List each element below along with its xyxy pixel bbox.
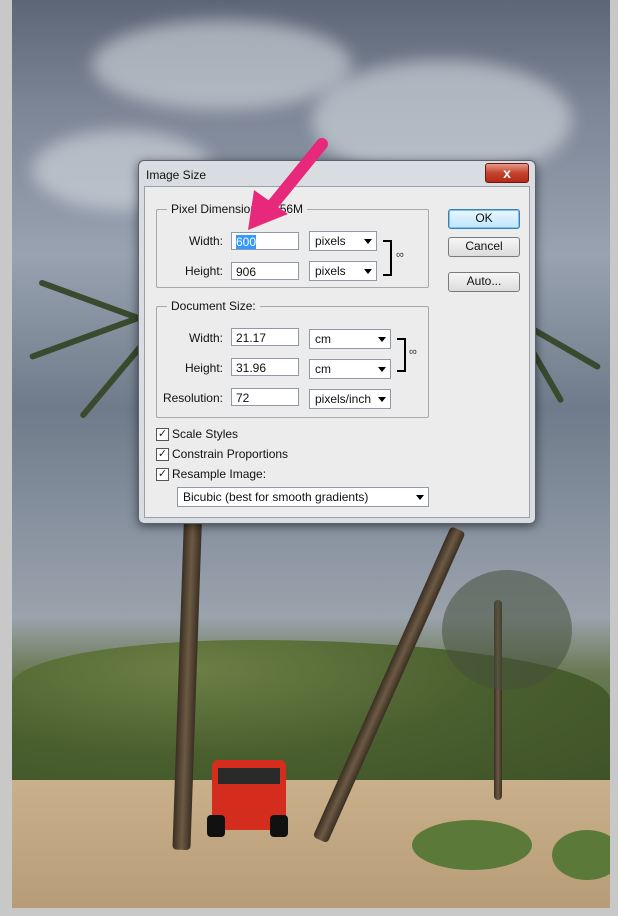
doc-width-input[interactable]: 21.17 xyxy=(231,328,299,346)
resolution-unit: pixels/inch xyxy=(315,392,372,406)
chevron-down-icon xyxy=(364,239,372,244)
resolution-input[interactable]: 72 xyxy=(231,388,299,406)
resolution-value: 72 xyxy=(236,391,250,405)
doc-width-unit: cm xyxy=(315,332,331,346)
dialog-title: Image Size xyxy=(146,168,207,182)
chevron-down-icon xyxy=(416,495,424,500)
annotation-arrow-icon xyxy=(248,138,328,230)
doc-height-input[interactable]: 31.96 xyxy=(231,358,299,376)
resolution-label: Resolution: xyxy=(162,391,223,405)
resample-method-select[interactable]: Bicubic (best for smooth gradients) xyxy=(177,487,429,507)
constrain-proportions-checkbox[interactable]: ✓ xyxy=(156,448,169,461)
dialog-body: Pixel Dimensions: 1.56M Width: 600 pixel… xyxy=(144,186,530,518)
doc-height-value: 31.96 xyxy=(236,361,267,375)
bush xyxy=(412,820,532,870)
document-size-group: Document Size: Width: 21.17 cm Height: 3… xyxy=(156,299,429,418)
pixel-height-unit-select[interactable]: pixels xyxy=(309,261,377,281)
pixel-height-label: Height: xyxy=(184,264,223,278)
chevron-down-icon xyxy=(378,337,386,342)
pixel-width-label: Width: xyxy=(188,234,223,248)
jeep-wheel xyxy=(270,815,288,837)
chevron-down-icon xyxy=(364,269,372,274)
doc-height-label: Height: xyxy=(184,361,223,375)
image-size-dialog: Image Size x Pixel Dimensions: 1.56M Wid… xyxy=(138,160,536,524)
doc-height-unit: cm xyxy=(315,362,331,376)
constrain-proportions-label: Constrain Proportions xyxy=(172,447,289,461)
pixel-height-unit: pixels xyxy=(315,264,346,278)
pixel-height-value: 906 xyxy=(236,265,257,279)
link-bracket xyxy=(383,240,392,276)
doc-width-label: Width: xyxy=(188,331,223,345)
document-size-legend: Document Size: xyxy=(167,299,260,313)
cloud xyxy=(92,20,352,110)
checkmark-icon: ✓ xyxy=(157,428,168,440)
close-icon: x xyxy=(503,165,511,181)
resample-image-checkbox[interactable]: ✓ xyxy=(156,468,169,481)
resample-method-value: Bicubic (best for smooth gradients) xyxy=(183,490,369,504)
chain-link-icon: ∞ xyxy=(409,346,417,358)
ok-button[interactable]: OK xyxy=(448,209,520,229)
resample-image-label: Resample Image: xyxy=(172,467,267,481)
pixel-height-input[interactable]: 906 xyxy=(231,262,299,280)
chevron-down-icon xyxy=(378,397,386,402)
cancel-button[interactable]: Cancel xyxy=(448,237,520,257)
chevron-down-icon xyxy=(378,367,386,372)
dialog-titlebar[interactable]: Image Size x xyxy=(139,161,535,187)
jeep-wheel xyxy=(207,815,225,837)
chain-link-icon: ∞ xyxy=(396,249,404,261)
doc-width-value: 21.17 xyxy=(236,331,267,345)
checkmark-icon: ✓ xyxy=(157,468,168,480)
scale-styles-checkbox[interactable]: ✓ xyxy=(156,428,169,441)
auto-button[interactable]: Auto... xyxy=(448,272,520,292)
tree-canopy xyxy=(442,570,572,690)
close-button[interactable]: x xyxy=(485,163,529,183)
scale-styles-label: Scale Styles xyxy=(172,427,239,441)
link-bracket xyxy=(397,338,406,372)
checkmark-icon: ✓ xyxy=(157,448,168,460)
palm-frond xyxy=(38,279,154,326)
doc-height-unit-select[interactable]: cm xyxy=(309,359,391,379)
doc-width-unit-select[interactable]: cm xyxy=(309,329,391,349)
resolution-unit-select[interactable]: pixels/inch xyxy=(309,389,391,409)
